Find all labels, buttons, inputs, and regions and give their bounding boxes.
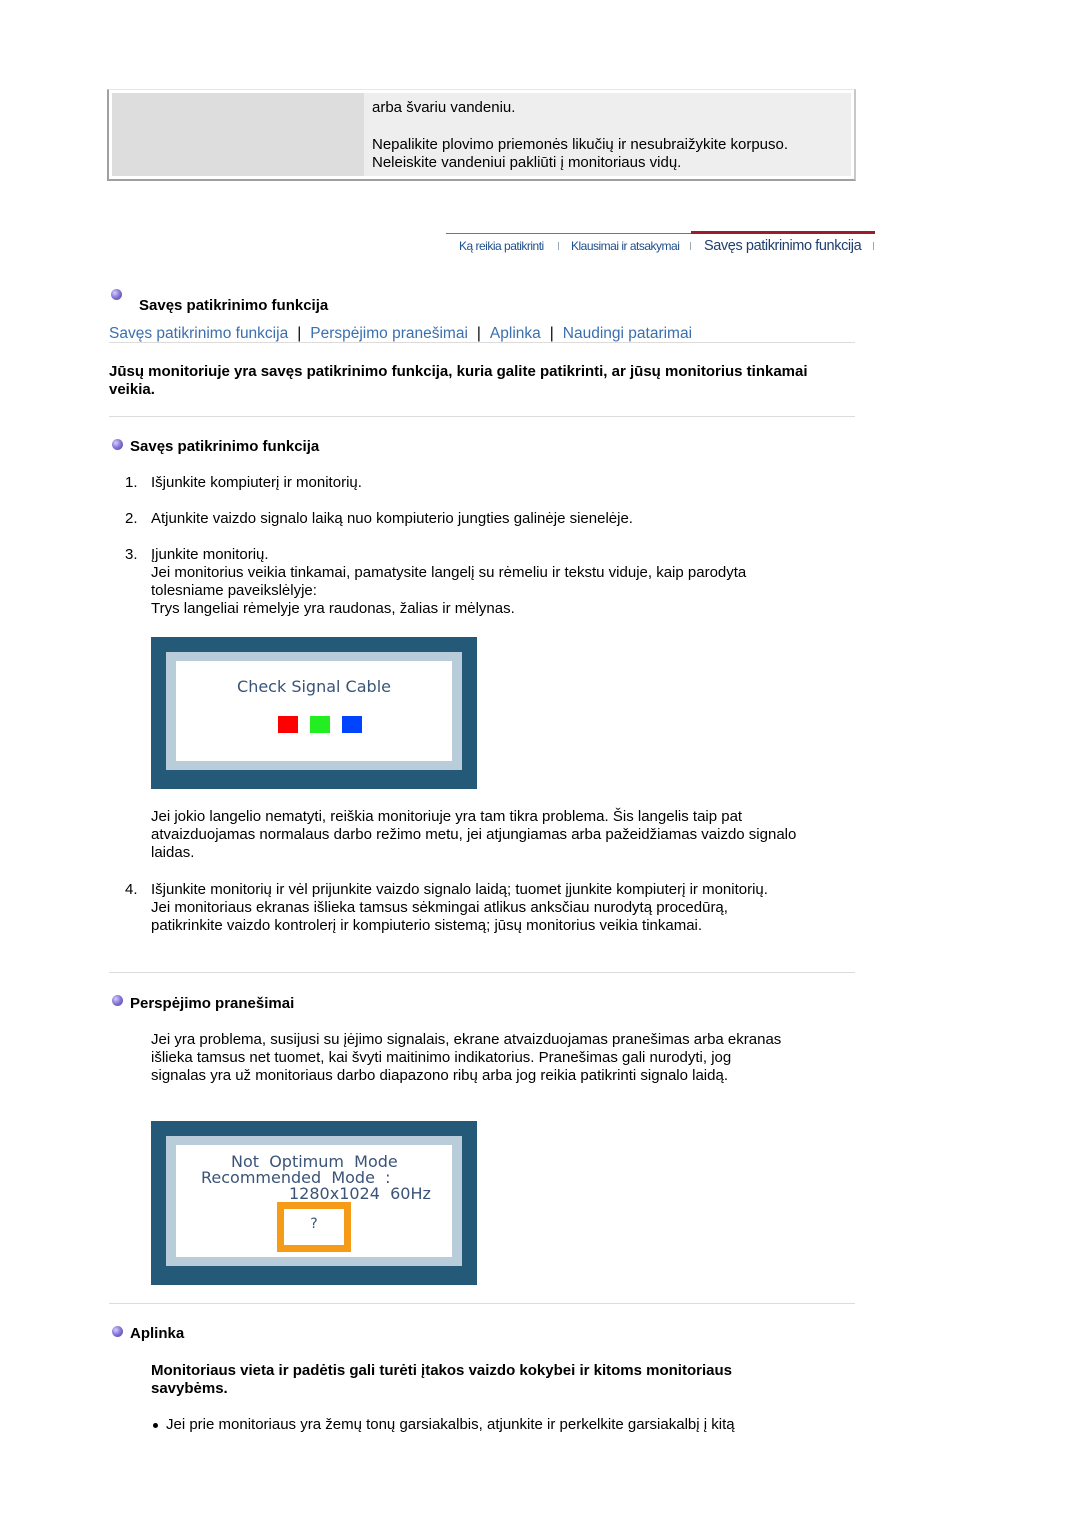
step-number: 4.: [125, 881, 138, 898]
environment-bullet: Jei prie monitoriaus yra žemų tonų garsi…: [151, 1416, 735, 1434]
step-line: Trys langeliai rėmelyje yra raudonas, ža…: [151, 600, 515, 617]
environment-bold-text: Monitoriaus vieta ir padėtis gali turėti…: [151, 1362, 732, 1397]
step-line: Jei monitorius veikia tinkamai, pamatysi…: [151, 564, 747, 599]
page-title: Savęs patikrinimo funkcija: [139, 297, 329, 314]
bullet-text: Jei prie monitoriaus yra žemų tonų garsi…: [166, 1416, 735, 1433]
table-text-1: arba švariu vandeniu.: [372, 99, 516, 116]
table-left-cell: [112, 93, 364, 176]
nav-separator: |: [476, 325, 481, 342]
warnings-text: Jei yra problema, susijusi su įėjimo sig…: [151, 1031, 782, 1084]
bullet-dot-icon: [153, 1422, 158, 1428]
step-text: Įjunkite monitorių. Jei monitorius veiki…: [151, 546, 841, 618]
section-nav: Savęs patikrinimo funkcija | Perspėjimo pr…: [109, 325, 692, 343]
tab-bar: Ką reikia patikrinti Klausimai ir atsaky…: [446, 231, 876, 261]
nav-link-warnings[interactable]: Perspėjimo pranešimai: [310, 325, 468, 342]
nav-separator: |: [297, 325, 302, 342]
table-right-cell: arba švariu vandeniu. Nepalikite plovimo…: [364, 93, 851, 176]
screen-line-3: 1280x1024 60Hz: [289, 1184, 431, 1203]
tab-separator: [873, 242, 874, 250]
step-number: 2.: [125, 510, 138, 527]
screen-display: Not Optimum Mode Recommended Mode : 1280…: [176, 1145, 452, 1257]
blue-square: [342, 716, 362, 733]
nav-link-environment[interactable]: Aplinka: [490, 325, 541, 342]
step-number: 1.: [125, 474, 138, 491]
nav-separator: |: [549, 325, 554, 342]
screen-bezel: Check Signal Cable: [166, 652, 462, 770]
bullet-orb-icon: [112, 995, 123, 1006]
screen-display: Check Signal Cable: [176, 661, 452, 761]
tab-separator: [690, 242, 691, 250]
not-optimum-screen: Not Optimum Mode Recommended Mode : 1280…: [151, 1121, 477, 1285]
nav-link-self-test[interactable]: Savęs patikrinimo funkcija: [109, 325, 288, 342]
nav-link-tips[interactable]: Naudingi patarimai: [563, 325, 692, 342]
table-text-2: Nepalikite plovimo priemonės likučių ir …: [372, 136, 851, 172]
divider: [109, 342, 855, 343]
red-square: [278, 716, 298, 733]
step-line: Įjunkite monitorių.: [151, 546, 269, 563]
step-line: Išjunkite monitorių ir vėl prijunkite va…: [151, 881, 768, 898]
question-box: ?: [277, 1202, 351, 1252]
tab-self-test[interactable]: Savęs patikrinimo funkcija: [704, 238, 862, 254]
after-screen-text: Jei jokio langelio nematyti, reiškia mon…: [151, 808, 797, 861]
bullet-orb-icon: [111, 289, 122, 300]
table-text-2a: Nepalikite plovimo priemonės likučių ir …: [372, 136, 789, 153]
divider: [109, 972, 855, 973]
screen-bezel: Not Optimum Mode Recommended Mode : 1280…: [166, 1136, 462, 1266]
tab-separator: [558, 242, 559, 250]
active-tab-underline: [691, 231, 875, 234]
bullet-orb-icon: [112, 1326, 123, 1337]
green-square: [310, 716, 330, 733]
question-mark: ?: [310, 1216, 318, 1232]
step-text: Išjunkite kompiuterį ir monitorių.: [151, 474, 362, 491]
maintenance-table: arba švariu vandeniu. Nepalikite plovimo…: [107, 89, 856, 181]
section-title-warnings: Perspėjimo pranešimai: [130, 995, 295, 1012]
check-signal-screen: Check Signal Cable: [151, 637, 477, 789]
step-number: 3.: [125, 546, 138, 563]
step-text: Atjunkite vaizdo signalo laiką nuo kompi…: [151, 510, 633, 527]
divider: [109, 416, 855, 417]
intro-text: Jūsų monitoriuje yra savęs patikrinimo f…: [109, 363, 808, 398]
step-line: Jei monitoriaus ekranas išlieka tamsus s…: [151, 899, 728, 934]
divider: [109, 1303, 855, 1304]
screen-message: Check Signal Cable: [237, 677, 391, 696]
step-text: Išjunkite monitorių ir vėl prijunkite va…: [151, 881, 851, 935]
section-title-environment: Aplinka: [130, 1325, 185, 1342]
bullet-orb-icon: [112, 439, 123, 450]
tab-qa[interactable]: Klausimai ir atsakymai: [571, 239, 680, 253]
section-title-self-test: Savęs patikrinimo funkcija: [130, 438, 320, 455]
table-text-2b: Neleiskite vandeniui pakliūti į monitori…: [372, 154, 682, 171]
tab-bar-line: [446, 233, 691, 234]
tab-what-to-check[interactable]: Ką reikia patikrinti: [459, 239, 544, 253]
